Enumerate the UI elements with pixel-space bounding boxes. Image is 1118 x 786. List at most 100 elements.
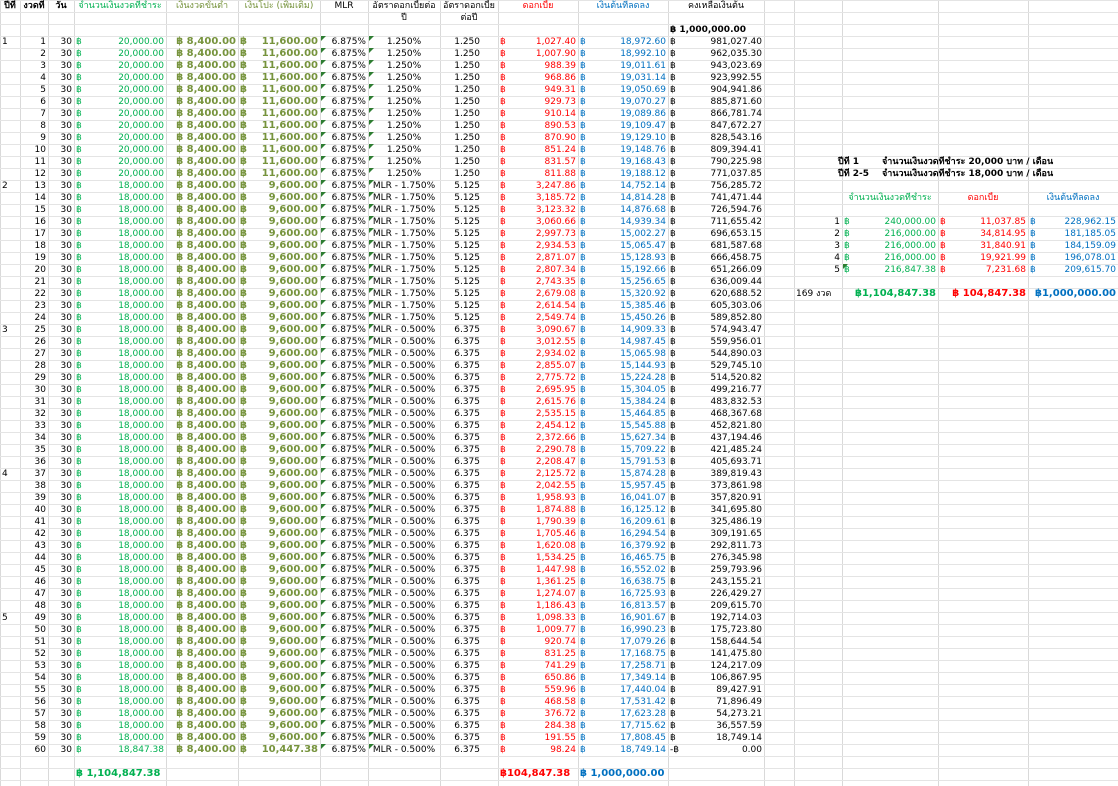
rate-cell[interactable]: MLR - 0.500% [368, 528, 440, 540]
mlr-cell[interactable]: 6.875% [320, 684, 368, 696]
min-payment-cell[interactable]: ฿ 8,400.00 [166, 420, 238, 432]
min-payment-cell[interactable]: ฿ 8,400.00 [166, 552, 238, 564]
rate-value-cell[interactable]: 6.375 [440, 624, 498, 636]
principal-cell[interactable]: ฿ 15,464.85 [578, 408, 668, 420]
days-cell[interactable]: 30 [48, 204, 74, 216]
rate-cell[interactable]: MLR - 1.750% [368, 216, 440, 228]
interest-cell[interactable]: ฿ 376.72 [498, 708, 578, 720]
payment-cell[interactable]: ฿ 20,000.00 [74, 144, 166, 156]
rate-cell[interactable]: MLR - 0.500% [368, 492, 440, 504]
principal-cell[interactable]: ฿ 19,168.43 [578, 156, 668, 168]
rate-value-cell[interactable]: 6.375 [440, 396, 498, 408]
interest-cell[interactable]: ฿ 3,123.32 [498, 204, 578, 216]
period-cell[interactable]: 42 [20, 528, 48, 540]
summary-year-cell[interactable]: 4 [794, 252, 842, 264]
extra-payment-cell[interactable]: ฿ 9,600.00 [238, 240, 320, 252]
min-payment-cell[interactable]: ฿ 8,400.00 [166, 180, 238, 192]
min-payment-cell[interactable]: ฿ 8,400.00 [166, 132, 238, 144]
rate-cell[interactable]: MLR - 0.500% [368, 624, 440, 636]
days-cell[interactable]: 30 [48, 636, 74, 648]
period-cell[interactable]: 20 [20, 264, 48, 276]
rate-value-cell[interactable]: 6.375 [440, 540, 498, 552]
days-cell[interactable]: 30 [48, 600, 74, 612]
year-cell[interactable]: 3 [0, 324, 20, 336]
mlr-cell[interactable]: 6.875% [320, 612, 368, 624]
interest-cell[interactable]: ฿ 920.74 [498, 636, 578, 648]
mlr-cell[interactable]: 6.875% [320, 84, 368, 96]
year-cell[interactable] [0, 276, 20, 288]
year-cell[interactable] [0, 204, 20, 216]
rate-value-cell[interactable]: 6.375 [440, 408, 498, 420]
rate-cell[interactable]: MLR - 0.500% [368, 708, 440, 720]
mlr-cell[interactable]: 6.875% [320, 600, 368, 612]
period-cell[interactable]: 57 [20, 708, 48, 720]
extra-payment-cell[interactable]: ฿ 9,600.00 [238, 468, 320, 480]
interest-cell[interactable]: ฿ 3,060.66 [498, 216, 578, 228]
balance-cell[interactable]: ฿ 468,367.68 [668, 408, 764, 420]
days-cell[interactable]: 30 [48, 168, 74, 180]
summary-payment-cell[interactable]: ฿ 216,000.00 [842, 252, 938, 264]
principal-cell[interactable]: ฿ 16,990.23 [578, 624, 668, 636]
balance-cell[interactable]: ฿ 389,819.43 [668, 468, 764, 480]
payment-cell[interactable]: ฿ 18,000.00 [74, 444, 166, 456]
interest-cell[interactable]: ฿ 3,247.86 [498, 180, 578, 192]
days-cell[interactable]: 30 [48, 300, 74, 312]
payment-cell[interactable]: ฿ 18,000.00 [74, 708, 166, 720]
extra-payment-cell[interactable]: ฿ 11,600.00 [238, 132, 320, 144]
principal-cell[interactable]: ฿ 14,752.14 [578, 180, 668, 192]
payment-cell[interactable]: ฿ 18,000.00 [74, 540, 166, 552]
payment-cell[interactable]: ฿ 18,000.00 [74, 648, 166, 660]
mlr-cell[interactable]: 6.875% [320, 480, 368, 492]
payment-cell[interactable]: ฿ 20,000.00 [74, 108, 166, 120]
extra-payment-cell[interactable]: ฿ 9,600.00 [238, 348, 320, 360]
mlr-cell[interactable]: 6.875% [320, 396, 368, 408]
rate-value-cell[interactable]: 5.125 [440, 312, 498, 324]
period-cell[interactable]: 50 [20, 624, 48, 636]
balance-cell[interactable]: ฿ 175,723.80 [668, 624, 764, 636]
rate-value-cell[interactable]: 6.375 [440, 384, 498, 396]
rate-cell[interactable]: 1.250% [368, 84, 440, 96]
summary-header-interest[interactable]: ดอกเบี้ย [938, 192, 1028, 204]
min-payment-cell[interactable]: ฿ 8,400.00 [166, 96, 238, 108]
interest-cell[interactable]: ฿ 1,098.33 [498, 612, 578, 624]
payment-cell[interactable]: ฿ 20,000.00 [74, 156, 166, 168]
header-rate[interactable]: อัตราดอกเบี้ยต่อปี [368, 0, 440, 24]
total-payment[interactable]: ฿ 1,104,847.38 [74, 768, 166, 780]
principal-cell[interactable]: ฿ 18,749.14 [578, 744, 668, 756]
days-cell[interactable]: 30 [48, 264, 74, 276]
days-cell[interactable]: 30 [48, 696, 74, 708]
period-cell[interactable]: 25 [20, 324, 48, 336]
rate-cell[interactable]: 1.250% [368, 60, 440, 72]
balance-cell[interactable]: ฿ 141,475.80 [668, 648, 764, 660]
period-cell[interactable]: 56 [20, 696, 48, 708]
extra-payment-cell[interactable]: ฿ 9,600.00 [238, 552, 320, 564]
rate-cell[interactable]: MLR - 0.500% [368, 744, 440, 756]
min-payment-cell[interactable]: ฿ 8,400.00 [166, 576, 238, 588]
extra-payment-cell[interactable]: ฿ 9,600.00 [238, 360, 320, 372]
interest-cell[interactable]: ฿ 2,695.95 [498, 384, 578, 396]
year-cell[interactable] [0, 168, 20, 180]
summary-principal-cell[interactable]: ฿ 196,078.01 [1028, 252, 1118, 264]
period-cell[interactable]: 12 [20, 168, 48, 180]
mlr-cell[interactable]: 6.875% [320, 504, 368, 516]
year-cell[interactable] [0, 720, 20, 732]
period-cell[interactable]: 13 [20, 180, 48, 192]
principal-cell[interactable]: ฿ 15,002.27 [578, 228, 668, 240]
extra-payment-cell[interactable]: ฿ 11,600.00 [238, 156, 320, 168]
interest-cell[interactable]: ฿ 741.29 [498, 660, 578, 672]
mlr-cell[interactable]: 6.875% [320, 468, 368, 480]
payment-cell[interactable]: ฿ 18,000.00 [74, 528, 166, 540]
interest-cell[interactable]: ฿ 98.24 [498, 744, 578, 756]
summary-total-principal[interactable]: ฿1,000,000.00 [1028, 288, 1118, 300]
interest-cell[interactable]: ฿ 2,208.47 [498, 456, 578, 468]
balance-cell[interactable]: ฿ 981,027.40 [668, 36, 764, 48]
interest-cell[interactable]: ฿ 2,454.12 [498, 420, 578, 432]
period-cell[interactable]: 29 [20, 372, 48, 384]
principal-cell[interactable]: ฿ 16,725.93 [578, 588, 668, 600]
balance-cell[interactable]: ฿ 904,941.86 [668, 84, 764, 96]
principal-cell[interactable]: ฿ 17,531.42 [578, 696, 668, 708]
rate-cell[interactable]: MLR - 1.750% [368, 204, 440, 216]
extra-payment-cell[interactable]: ฿ 11,600.00 [238, 84, 320, 96]
extra-payment-cell[interactable]: ฿ 9,600.00 [238, 660, 320, 672]
principal-cell[interactable]: ฿ 15,128.93 [578, 252, 668, 264]
